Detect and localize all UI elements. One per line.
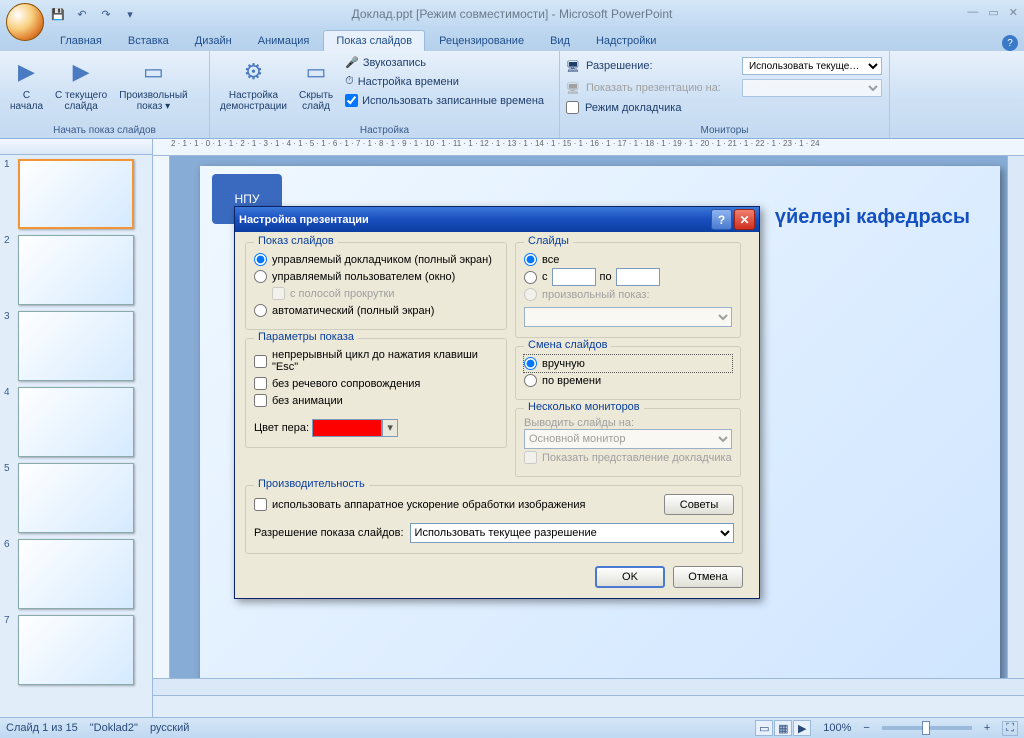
dialog-titlebar[interactable]: Настройка презентации ? ✕ [235, 207, 759, 232]
hw-accel-checkbox[interactable]: использовать аппаратное ускорение обрабо… [254, 496, 664, 513]
loop-checkbox[interactable]: непрерывный цикл до нажатия клавиши "Esc… [254, 347, 498, 375]
advance-fieldset: Смена слайдов вручную по времени [515, 346, 741, 400]
dialog-close-button[interactable]: ✕ [734, 209, 755, 230]
performance-fieldset: Производительность использовать аппаратн… [245, 485, 743, 554]
office-button[interactable] [6, 3, 44, 41]
slides-all-radio[interactable]: все [524, 251, 732, 268]
show-options-fieldset: Параметры показа непрерывный цикл до наж… [245, 338, 507, 448]
dialog-help-button[interactable]: ? [711, 209, 732, 230]
to-spinner[interactable] [616, 268, 660, 286]
dialog-overlay: Настройка презентации ? ✕ Показ слайдов … [0, 0, 1024, 738]
custom-show-select [524, 307, 732, 327]
show-user-radio[interactable]: управляемый пользователем (окно) [254, 268, 498, 285]
presenter-view-dlg-checkbox: Показать представление докладчика [524, 449, 732, 466]
slides-fieldset: Слайды все с по произвольный показ: [515, 242, 741, 338]
ok-button[interactable]: OK [595, 566, 665, 588]
from-spinner[interactable] [552, 268, 596, 286]
slideshow-resolution-select[interactable]: Использовать текущее разрешение [410, 523, 734, 543]
advance-timing-radio[interactable]: по времени [524, 372, 732, 389]
no-narration-checkbox[interactable]: без речевого сопровождения [254, 375, 498, 392]
show-kiosk-radio[interactable]: автоматический (полный экран) [254, 302, 498, 319]
scrollbar-checkbox: с полосой прокрутки [254, 285, 498, 302]
tips-button[interactable]: Советы [664, 494, 734, 515]
no-animation-checkbox[interactable]: без анимации [254, 392, 498, 409]
pen-color-dropdown[interactable]: ▾ [382, 419, 398, 437]
dialog-title: Настройка презентации [239, 214, 369, 226]
setup-show-dialog: Настройка презентации ? ✕ Показ слайдов … [234, 206, 760, 599]
advance-manual-radio[interactable]: вручную [524, 355, 732, 372]
display-on-select: Основной монитор [524, 429, 732, 449]
cancel-button[interactable]: Отмена [673, 566, 743, 588]
pen-color-swatch[interactable] [312, 419, 382, 437]
show-type-fieldset: Показ слайдов управляемый докладчиком (п… [245, 242, 507, 330]
monitors-fieldset: Несколько мониторов Выводить слайды на: … [515, 408, 741, 477]
slides-range-radio[interactable]: с [524, 271, 548, 284]
show-speaker-radio[interactable]: управляемый докладчиком (полный экран) [254, 251, 498, 268]
slides-custom-radio: произвольный показ: [524, 286, 732, 303]
